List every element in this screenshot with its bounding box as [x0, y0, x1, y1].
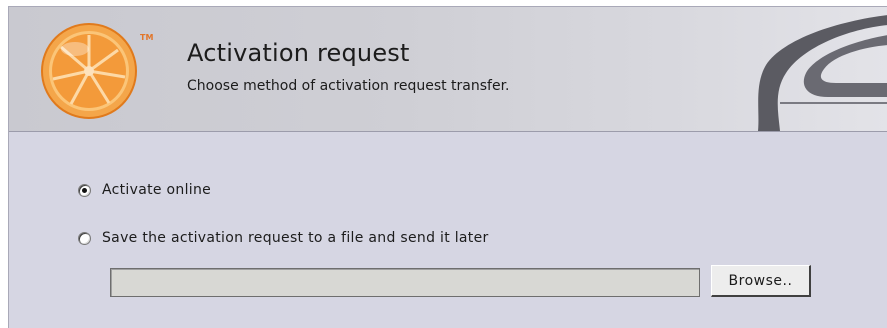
- activation-dialog: TM Activation request Choose method of a…: [8, 6, 887, 328]
- option-activate-online[interactable]: Activate online: [78, 182, 211, 198]
- file-path-input[interactable]: [110, 268, 700, 297]
- option-activate-online-label: Activate online: [102, 182, 212, 198]
- radio-save-to-file[interactable]: [78, 231, 91, 245]
- radio-activate-online[interactable]: [78, 183, 91, 197]
- orange-slice-logo-icon: [41, 23, 137, 119]
- page-title: Activation request: [187, 39, 410, 67]
- trademark-mark: TM: [140, 33, 154, 42]
- browse-button[interactable]: Browse..: [711, 265, 811, 297]
- page-subtitle: Choose method of activation request tran…: [187, 78, 510, 94]
- option-save-to-file[interactable]: Save the activation request to a file an…: [78, 230, 489, 246]
- header-banner: TM Activation request Choose method of a…: [9, 7, 887, 132]
- option-save-to-file-label: Save the activation request to a file an…: [102, 230, 489, 246]
- decorative-swoosh: [758, 15, 887, 131]
